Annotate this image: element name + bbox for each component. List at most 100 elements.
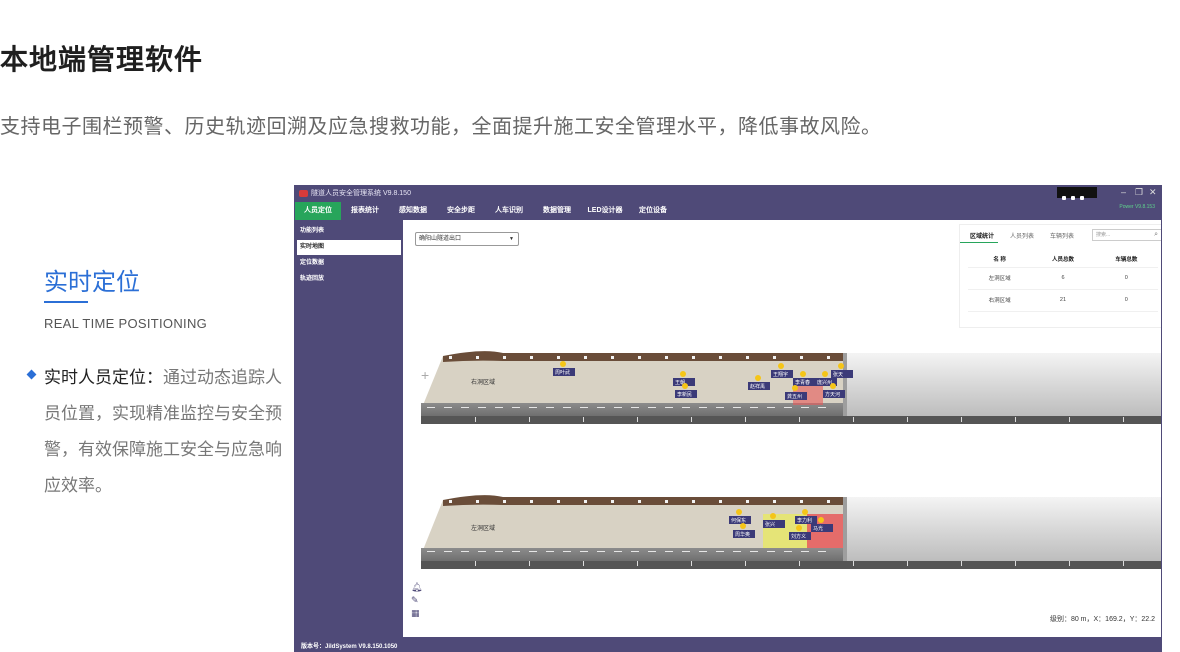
tab-area-stats[interactable]: 区域统计 [970,231,994,240]
tunnel-light [530,356,533,359]
lane-marking [750,407,758,408]
mileage-tick [583,561,584,566]
lane-marking [512,551,520,552]
lane-marking [546,407,554,408]
tab-vehicle-list[interactable]: 车辆列表 [1050,231,1074,240]
lane-marking [818,407,826,408]
column-header: 人员总数 [1031,251,1095,268]
edit-icon[interactable]: ✎ [411,595,422,606]
column-header: 车辆总数 [1094,251,1158,268]
minimize-icon[interactable]: – [1121,187,1126,197]
menu-vehicle-recognition[interactable]: 人车识别 [489,202,529,220]
tunnel-light [827,500,830,503]
search-icon[interactable]: ⌕ [1154,230,1158,240]
toolbar-icons[interactable] [1057,187,1097,200]
tunnel-light [557,356,560,359]
tunnel-light [773,356,776,359]
tunnel-light [800,356,803,359]
menu-data-management[interactable]: 数据管理 [537,202,577,220]
mileage-tick [637,417,638,422]
helmet-icon [736,509,742,515]
lane-marking [648,407,656,408]
sidebar-item-positioning-data[interactable]: 定位数据 [297,256,401,271]
area-name-cell: 左洞区域 [968,267,1032,290]
lane-marking [801,407,809,408]
tab-people-list[interactable]: 人员列表 [1010,231,1034,240]
tunnel-light [476,356,479,359]
app-logo-icon [299,190,308,197]
close-icon[interactable]: ✕ [1149,187,1157,198]
person-name: 李青春 [795,379,810,386]
tunnel-light [449,500,452,503]
table-row[interactable]: 右洞区域 21 0 [968,289,1158,312]
stats-search-input[interactable]: 搜索... ⌕ [1092,229,1161,241]
mileage-tick [799,417,800,422]
table-row[interactable]: 左洞区域 6 0 [968,267,1158,290]
person-name: 龚五州 [787,393,802,400]
restore-icon[interactable]: ❐ [1135,187,1143,198]
lane-marking [801,551,809,552]
mileage-tick [1069,561,1070,566]
mileage-tick [853,417,854,422]
settings-icon[interactable] [1080,196,1084,200]
lane-marking [631,551,639,552]
menu-safety-distance[interactable]: 安全步距 [441,202,481,220]
lane-marking [699,407,707,408]
lane-marking [597,551,605,552]
lane-marking [529,551,537,552]
lane-marking [580,551,588,552]
tunnel-light [611,356,614,359]
layers-icon[interactable]: ▦ [411,608,422,619]
vehicle-count-cell: 0 [1094,267,1158,290]
mileage-tick [853,561,854,566]
area-stats-table: 名 称 人员总数 车辆总数 左洞区域 6 0 右洞区域 21 0 [968,251,1158,312]
vehicle-count-cell: 0 [1094,289,1158,312]
person-name: 马光 [813,525,823,532]
mileage-tick [745,417,746,422]
person-name: 张天 [833,371,843,378]
tunnel-label-right: 右洞区域 [471,378,495,386]
mileage-tick [799,561,800,566]
person-name: 张兴 [765,521,775,528]
main-menu: 人员定位 报表统计 感知数据 安全步距 人车识别 数据管理 LED设计器 定位设… [295,202,1161,220]
tool-icon[interactable] [1071,196,1075,200]
lane-marking [563,551,571,552]
lane-marking [682,407,690,408]
mileage-tick [583,417,584,422]
mileage-tick [475,417,476,422]
mileage-tick [1069,417,1070,422]
status-bar: 版本号：JildSystem V9.8.150.1050 [295,637,1161,651]
lane-marking [580,407,588,408]
menu-reports[interactable]: 报表统计 [345,202,385,220]
helmet-icon [770,513,776,519]
helmet-icon [818,517,824,523]
sidebar-item-function-list[interactable]: 功能列表 [297,224,401,239]
tunnel-light [692,500,695,503]
version-status: 版本号：JildSystem V9.8.150.1050 [301,644,398,650]
menu-personnel-positioning[interactable]: 人员定位 [295,202,341,220]
sidebar-item-realtime-map[interactable]: 实时地图 [297,240,401,255]
lane-marking [495,407,503,408]
menu-led-designer[interactable]: LED设计器 [585,202,625,220]
tool-icon[interactable] [1062,196,1066,200]
lane-marking [597,407,605,408]
title-bar: 隧道人员安全管理系统 V9.8.150 – ❐ ✕ [295,186,1161,202]
tunnel-light [530,500,533,503]
lane-marking [444,551,452,552]
menu-positioning-devices[interactable]: 定位设备 [633,202,673,220]
people-count-cell: 6 [1031,267,1095,290]
menu-sensing-data[interactable]: 感知数据 [393,202,433,220]
helmet-icon [822,371,828,377]
bell-icon[interactable]: 🔔︎ [411,582,422,593]
sidebar-item-track-playback[interactable]: 轨迹回放 [297,272,401,287]
helmet-icon [802,509,808,515]
tunnel-light [773,500,776,503]
person-name: 王翔宇 [773,371,788,378]
tunnel-light [584,356,587,359]
lane-marking [444,407,452,408]
lane-marking [631,407,639,408]
bullet-label: 实时人员定位： [44,368,163,387]
lane-marking [614,407,622,408]
lane-marking [682,551,690,552]
tunnel-light [557,500,560,503]
